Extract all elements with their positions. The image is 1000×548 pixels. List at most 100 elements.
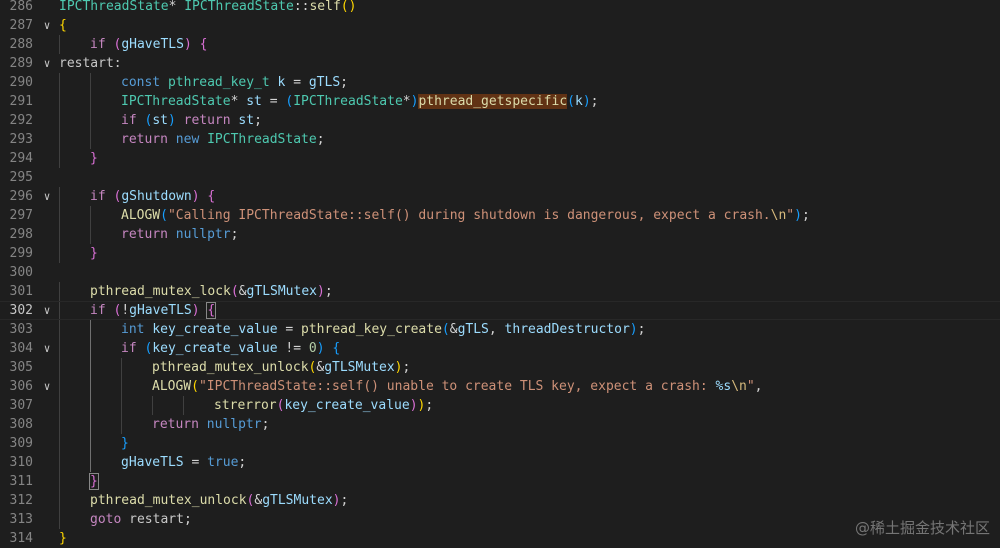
code-line[interactable]: 312 pthread_mutex_unlock(&gTLSMutex); <box>0 491 1000 510</box>
code-token: strerror <box>214 398 277 413</box>
code-line[interactable]: 311} <box>0 472 1000 491</box>
indent-guide <box>59 92 60 111</box>
code-token: return <box>152 417 199 432</box>
code-token: gTLSMutex <box>324 360 395 375</box>
code-token: int <box>121 322 145 337</box>
code-token: () <box>340 0 357 14</box>
indent-guide <box>59 35 60 54</box>
code-text: return new IPCThreadState; <box>121 130 325 149</box>
code-line[interactable]: 288 if (gHaveTLS) { <box>0 35 1000 54</box>
code-token: pthread_key_create <box>301 322 442 337</box>
indent-guide <box>90 453 91 472</box>
code-token: gHaveTLS <box>121 37 184 52</box>
code-token: if <box>90 37 106 52</box>
fold-chevron-icon[interactable]: ∨ <box>40 377 54 396</box>
code-line[interactable]: 308 return nullptr; <box>0 415 1000 434</box>
code-token: ALOGW <box>121 208 161 223</box>
code-text: if (st) return st; <box>121 111 262 130</box>
code-line[interactable]: 290 const pthread_key_t k = gTLS; <box>0 73 1000 92</box>
code-line[interactable]: 287 ∨ { <box>0 16 1000 35</box>
code-token: restart <box>129 512 184 527</box>
code-token: :: <box>293 0 310 14</box>
code-token: ) <box>316 341 325 356</box>
code-line[interactable]: 309} <box>0 434 1000 453</box>
code-editor[interactable]: 286 IPCThreadState* IPCThreadState::self(… <box>0 0 1000 548</box>
code-token: * <box>230 94 247 109</box>
code-line[interactable]: 300 <box>0 263 1000 282</box>
code-line[interactable]: 307 strerror(key_create_value)); <box>0 396 1000 415</box>
code-text: strerror(key_create_value)); <box>214 396 433 415</box>
line-number: 312 <box>9 493 33 508</box>
code-token: pthread_getspecific <box>418 94 568 109</box>
code-token: const <box>121 75 161 90</box>
indent-guide <box>59 472 60 491</box>
code-text: } <box>121 434 129 453</box>
code-line[interactable]: 306 ∨ ALOGW("IPCThreadState::self() unable… <box>0 377 1000 396</box>
code-line[interactable]: 286 IPCThreadState* IPCThreadState::self(… <box>0 0 1000 16</box>
code-line[interactable]: 298 return nullptr; <box>0 225 1000 244</box>
code-token: != <box>277 341 309 356</box>
code-token: , <box>488 322 505 337</box>
fold-chevron-icon[interactable]: ∨ <box>40 16 54 35</box>
code-line[interactable]: 314} <box>0 529 1000 548</box>
code-token: gTLS <box>308 75 341 90</box>
code-text: if (!gHaveTLS) { <box>90 302 217 319</box>
code-line[interactable]: 303 int key_create_value = pthread_key_cr… <box>0 320 1000 339</box>
code-token: ) <box>167 113 176 128</box>
code-token: ) <box>317 284 325 299</box>
code-line[interactable]: 289 ∨ restart: <box>0 54 1000 73</box>
indent-guide <box>183 396 184 415</box>
code-token: gTLSMutex <box>246 284 317 299</box>
code-token: gHaveTLS <box>121 455 184 470</box>
indent-guide <box>121 415 122 434</box>
code-token: \n <box>770 208 787 223</box>
code-token: return <box>121 227 168 242</box>
code-line[interactable]: 304 ∨ if (key_create_value != 0) { <box>0 339 1000 358</box>
code-line[interactable]: 296 ∨ if (gShutdown) { <box>0 187 1000 206</box>
code-token: gTLS <box>457 322 489 337</box>
code-line[interactable]: 291 IPCThreadState* st = (IPCThreadState*… <box>0 92 1000 111</box>
code-text: pthread_mutex_lock(&gTLSMutex); <box>90 282 333 301</box>
code-line[interactable]: 292 if (st) return st; <box>0 111 1000 130</box>
code-token: , <box>754 379 763 394</box>
code-line[interactable]: 310 gHaveTLS = true; <box>0 453 1000 472</box>
code-line[interactable]: 294} <box>0 149 1000 168</box>
code-token: ) <box>191 303 200 318</box>
fold-chevron-icon[interactable]: ∨ <box>40 187 54 206</box>
line-number: 299 <box>9 246 33 261</box>
code-line[interactable]: 293 return new IPCThreadState; <box>0 130 1000 149</box>
code-line[interactable]: 297 ALOGW("Calling IPCThreadState::self()… <box>0 206 1000 225</box>
indent-guide <box>90 415 91 434</box>
line-number: 313 <box>9 512 33 527</box>
code-line[interactable]: 302 ∨ if (!gHaveTLS) { <box>0 301 1000 320</box>
code-token: restart: <box>59 56 122 71</box>
code-token: } <box>90 151 98 166</box>
code-token: key_create_value <box>284 398 410 413</box>
indent-guide <box>59 510 60 529</box>
line-number: 310 <box>9 455 33 470</box>
line-number: 287 <box>9 18 33 33</box>
fold-chevron-icon[interactable]: ∨ <box>40 302 54 319</box>
code-token: IPCThreadState <box>207 132 317 147</box>
code-text: ALOGW("Calling IPCThreadState::self() du… <box>121 206 810 225</box>
indent-guide <box>90 339 91 358</box>
line-number: 304 <box>9 341 33 356</box>
line-number: 290 <box>9 75 33 90</box>
indent-guide <box>90 130 91 149</box>
code-line[interactable]: 299} <box>0 244 1000 263</box>
indent-guide <box>90 434 91 453</box>
code-line[interactable]: 301 pthread_mutex_lock(&gTLSMutex); <box>0 282 1000 301</box>
fold-chevron-icon[interactable]: ∨ <box>40 54 54 73</box>
code-token: & <box>449 322 458 337</box>
fold-chevron-icon[interactable]: ∨ <box>40 339 54 358</box>
code-line[interactable]: 305 pthread_mutex_unlock(&gTLSMutex); <box>0 358 1000 377</box>
code-text: return nullptr; <box>121 225 238 244</box>
indent-guide <box>59 453 60 472</box>
code-text: { <box>59 16 67 35</box>
code-line[interactable]: 295 <box>0 168 1000 187</box>
code-line[interactable]: 313 goto restart; <box>0 510 1000 529</box>
code-token: ) <box>183 37 192 52</box>
line-number: 302 <box>9 303 33 318</box>
